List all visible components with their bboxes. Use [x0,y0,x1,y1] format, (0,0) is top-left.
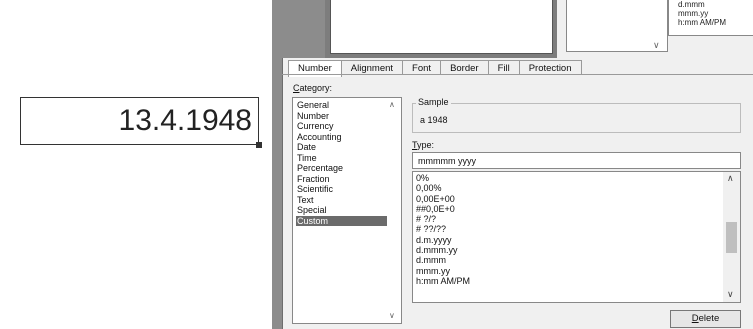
delete-button[interactable]: Delete [670,310,741,328]
type-list-item[interactable]: d.mmm.yy [416,245,716,255]
type-label: Type: [412,140,435,150]
category-item-currency[interactable]: Currency [296,121,387,132]
category-item-scientific[interactable]: Scientific [296,184,387,195]
category-item-date[interactable]: Date [296,142,387,153]
tab-border[interactable]: Border [440,60,489,75]
type-list-item[interactable]: 0,00E+00 [416,194,716,204]
tab-divider [282,74,753,75]
chevron-down-icon[interactable]: ∨ [389,311,395,320]
type-list-item[interactable]: # ?/? [416,214,716,224]
category-item-fraction[interactable]: Fraction [296,174,387,185]
tab-alignment[interactable]: Alignment [340,60,404,75]
fill-handle[interactable] [256,142,262,148]
sample-value: a 1948 [420,115,448,125]
type-list-item[interactable]: ##0,0E+0 [416,204,716,214]
tab-font[interactable]: Font [402,60,442,75]
selected-cell[interactable]: 13.4.1948 [20,97,259,145]
background-type-list: d.mmm mmm.yy h:mm AM/PM [668,0,753,36]
type-list-item[interactable]: 0,00% [416,183,716,193]
tab-protection[interactable]: Protection [518,60,582,75]
type-input[interactable]: mmmmm yyyy [412,152,741,169]
chevron-down-icon: ∨ [653,40,660,50]
sample-title: Sample [416,97,451,107]
category-item-general[interactable]: General [296,100,387,111]
type-list-item[interactable]: h:mm AM/PM [416,276,716,286]
spreadsheet-area [0,0,273,329]
category-item-text[interactable]: Text [296,195,387,206]
tab-fill[interactable]: Fill [487,60,520,75]
category-label: Category: [293,83,333,93]
type-list-item[interactable]: d.m.yyyy [416,235,716,245]
type-list-item[interactable]: 0% [416,173,716,183]
background-list-item: h:mm AM/PM [678,18,727,27]
category-item-percentage[interactable]: Percentage [296,163,387,174]
tab-strip: Number Alignment Font Border Fill Protection [288,60,582,77]
background-list-item: d.mmm [678,0,705,9]
category-item-accounting[interactable]: Accounting [296,132,387,143]
background-window-pane [330,0,553,54]
type-list-item[interactable]: d.mmm [416,255,716,265]
background-list-item: mmm.yy [678,9,709,18]
sample-group [412,103,741,133]
chevron-up-icon[interactable]: ∧ [389,100,395,109]
category-item-time[interactable]: Time [296,153,387,164]
type-list-item[interactable]: # ??/?? [416,224,716,234]
type-items: 0% 0,00% 0,00E+00 ##0,0E+0 # ?/? # ??/?? d.m.y… [416,173,716,286]
category-item-number[interactable]: Number [296,111,387,122]
chevron-up-icon[interactable]: ∧ [727,173,734,184]
scrollbar-thumb[interactable] [726,222,737,253]
type-list-item[interactable]: mmm.yy [416,266,716,276]
chevron-down-icon[interactable]: ∨ [727,289,734,300]
category-items: General Number Currency Accounting Date Time P… [296,100,387,226]
category-item-special[interactable]: Special [296,205,387,216]
category-item-custom[interactable]: Custom [296,215,387,226]
